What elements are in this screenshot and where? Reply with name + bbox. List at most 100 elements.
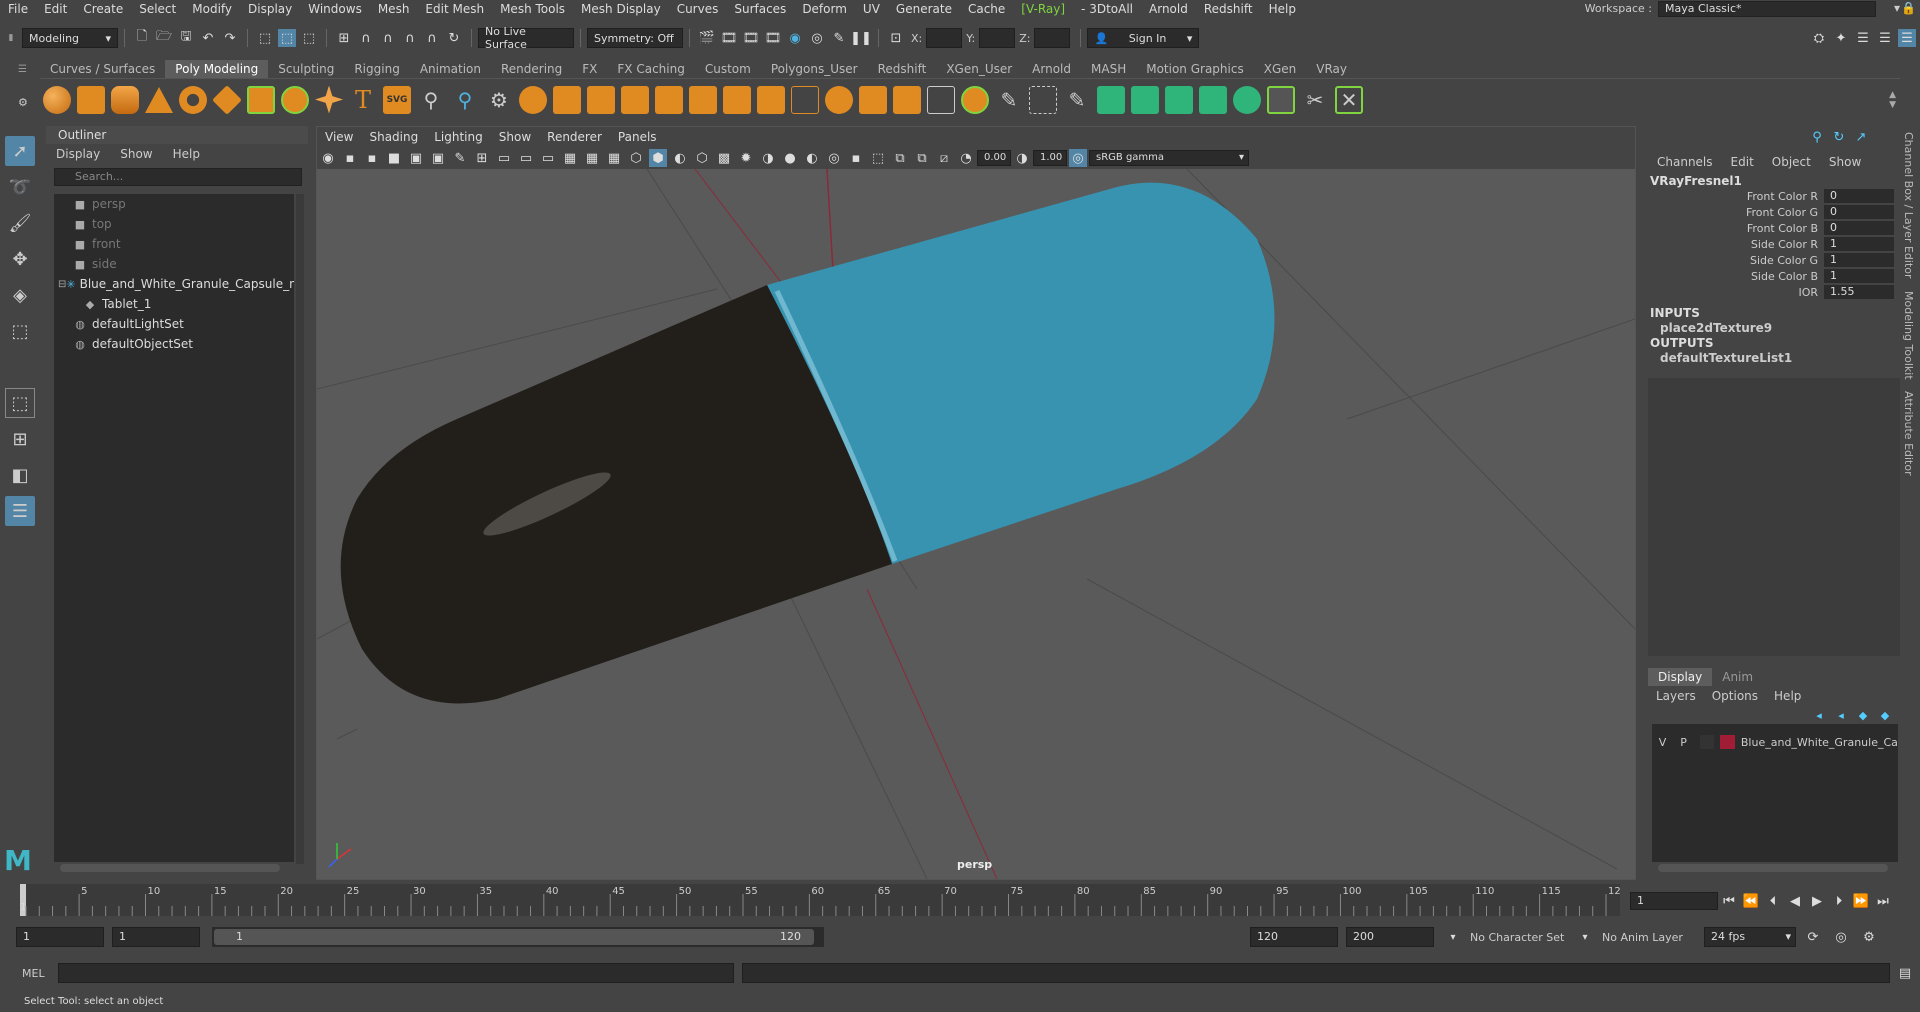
step-forward-key-icon[interactable]: ⏩ [1852,892,1870,910]
input-node[interactable]: place2dTexture9 [1648,320,1900,336]
menu-mesh[interactable]: Mesh [370,2,418,16]
menu-arnold[interactable]: Arnold [1141,2,1196,16]
safe-action-icon[interactable]: ▦ [583,149,601,167]
shelf-tab-arnold[interactable]: Arnold [1022,60,1081,78]
shelf-options-icon[interactable]: ⚙ [18,96,28,109]
unfold-icon[interactable] [1267,85,1295,114]
attribute-value[interactable]: 1 [1824,237,1894,251]
gear-icon[interactable]: ⚙ [485,86,513,114]
exposure-icon[interactable]: ◔ [957,149,975,167]
side-tab-channel-box[interactable]: Channel Box / Layer Editor [1900,126,1917,285]
anti-aliasing-icon[interactable]: ◎ [825,149,843,167]
outliner-item-tablet[interactable]: ◆ Tablet_1 [54,294,294,314]
auto-key-icon[interactable]: ◎ [1832,928,1850,946]
pause-icon[interactable]: ❚❚ [850,29,872,47]
layer-menu-layers[interactable]: Layers [1648,689,1704,703]
separate-icon[interactable] [553,85,581,114]
shelf-tab-sculpting[interactable]: Sculpting [268,60,344,78]
chevron-down-icon[interactable]: ▾ [1576,928,1594,946]
channel-box-menu-show[interactable]: Show [1820,155,1870,169]
quad-draw-icon[interactable] [927,85,955,114]
sign-in-button[interactable]: 👤 Sign In ▾ [1087,28,1200,48]
attribute-name[interactable]: Front Color R [1648,190,1824,203]
play-forward-icon[interactable]: ▶ [1808,892,1826,910]
xray-icon[interactable]: ⧉ [891,149,909,167]
viewport-menu-show[interactable]: Show [491,130,539,144]
snap-curve-icon[interactable]: ∩ [357,29,375,47]
mode-dropdown[interactable]: Modeling ▾ [22,28,118,48]
super-shape-icon[interactable] [315,85,343,114]
menu-surfaces[interactable]: Surfaces [726,2,794,16]
poly-cylinder-icon[interactable] [111,85,139,114]
viewport-menu-panels[interactable]: Panels [610,130,665,144]
shelf-tab-redshift[interactable]: Redshift [868,60,937,78]
camera-attributes-icon[interactable]: ▪ [363,149,381,167]
target-weld-icon[interactable] [859,85,887,114]
menu-help[interactable]: Help [1261,2,1304,16]
outliner-menu-show[interactable]: Show [110,147,162,161]
modeling-toolkit-icon[interactable]: ⛭ [1810,29,1828,47]
textured-icon[interactable]: ▩ [715,149,733,167]
layer-menu-help[interactable]: Help [1766,689,1809,703]
step-back-key-icon[interactable]: ⏪ [1742,892,1760,910]
outliner-item-top[interactable]: ■ top [54,214,294,234]
output-node[interactable]: defaultTextureList1 [1648,350,1900,366]
outliner-horizontal-scrollbar[interactable] [60,864,280,872]
viewport-menu-renderer[interactable]: Renderer [539,130,610,144]
gate-mask-icon[interactable]: ▭ [539,149,557,167]
wireframe-on-shaded-icon[interactable]: ⬡ [693,149,711,167]
attribute-editor-icon[interactable]: ☰ [1854,29,1872,47]
redo-icon[interactable]: ↷ [221,29,239,47]
poly-sphere-icon[interactable] [43,85,71,114]
layer-display-type-toggle[interactable] [1700,735,1714,749]
snap-rotate-icon[interactable]: ↻ [445,29,463,47]
menu-edit[interactable]: Edit [36,2,75,16]
shelf-tab-poly-modeling[interactable]: Poly Modeling [165,60,269,78]
time-slider[interactable]: 5 10 15 20 25 30 35 40 45 50 55 60 65 70 75 80 85 90 95 100… [20,884,1627,916]
xray-joints-icon[interactable]: ⧄ [935,149,953,167]
outliner-menu-display[interactable]: Display [46,147,110,161]
expand-icon[interactable]: ↗ [1852,128,1870,146]
new-empty-layer-icon[interactable]: ◆ [1854,706,1872,724]
animation-start-input[interactable]: 1 [16,927,104,947]
exposure-input[interactable]: 0.00 [977,150,1011,166]
shelf-tab-fx[interactable]: FX [572,60,607,78]
outliner-item-default-light-set[interactable]: ◍ defaultLightSet [54,314,294,334]
layer-color-swatch[interactable] [1719,735,1735,749]
channel-box-node-name[interactable]: VRayFresnel1 [1648,174,1900,188]
isolate-select-icon[interactable]: ⬚ [869,149,887,167]
snap-point-icon[interactable]: ∩ [379,29,397,47]
channel-box-menu-channels[interactable]: Channels [1648,155,1722,169]
film-gate-icon[interactable]: ▭ [495,149,513,167]
sculpt-icon[interactable]: ⚲ [417,86,445,114]
four-view-layout-icon[interactable]: ⊞ [5,424,35,454]
rotate-tool-icon[interactable]: ◈ [5,280,35,310]
layer-name[interactable]: Blue_and_White_Granule_Cap [1741,736,1898,749]
smooth-shade-icon[interactable]: ⬢ [649,149,667,167]
poly-plane-icon[interactable] [212,84,242,115]
menu-mesh-tools[interactable]: Mesh Tools [492,2,573,16]
scale-tool-icon[interactable]: ⬚ [5,316,35,346]
center-pivot-icon[interactable] [961,85,989,114]
lasso-tool-icon[interactable]: ➰ [5,172,35,202]
attribute-name[interactable]: IOR [1648,286,1824,299]
lock-icon[interactable]: 🔒 [1901,1,1916,15]
smooth-icon[interactable] [587,85,615,114]
bevel-icon[interactable] [723,85,751,114]
current-frame-input[interactable]: 1 [1630,892,1718,910]
text-icon[interactable]: T [349,86,377,114]
svg-icon[interactable]: SVG [383,85,411,114]
screen-space-ao-icon[interactable]: ● [781,149,799,167]
preferences-icon[interactable]: ⚙ [1860,928,1878,946]
attribute-name[interactable]: Side Color G [1648,254,1824,267]
menu-cache[interactable]: Cache [960,2,1013,16]
menu-deform[interactable]: Deform [794,2,855,16]
channel-box-icon[interactable]: ☰ [1898,29,1916,47]
shelf-tab-custom[interactable]: Custom [695,60,761,78]
field-chart-icon[interactable]: ▦ [561,149,579,167]
persp-outliner-layout-icon[interactable]: ◧ [5,460,35,490]
cylindrical-map-icon[interactable] [1165,85,1193,114]
fill-hole-icon[interactable] [757,85,785,114]
single-perspective-layout-icon[interactable]: ⬚ [5,388,35,418]
step-forward-frame-icon[interactable]: ⏵ [1830,892,1848,910]
